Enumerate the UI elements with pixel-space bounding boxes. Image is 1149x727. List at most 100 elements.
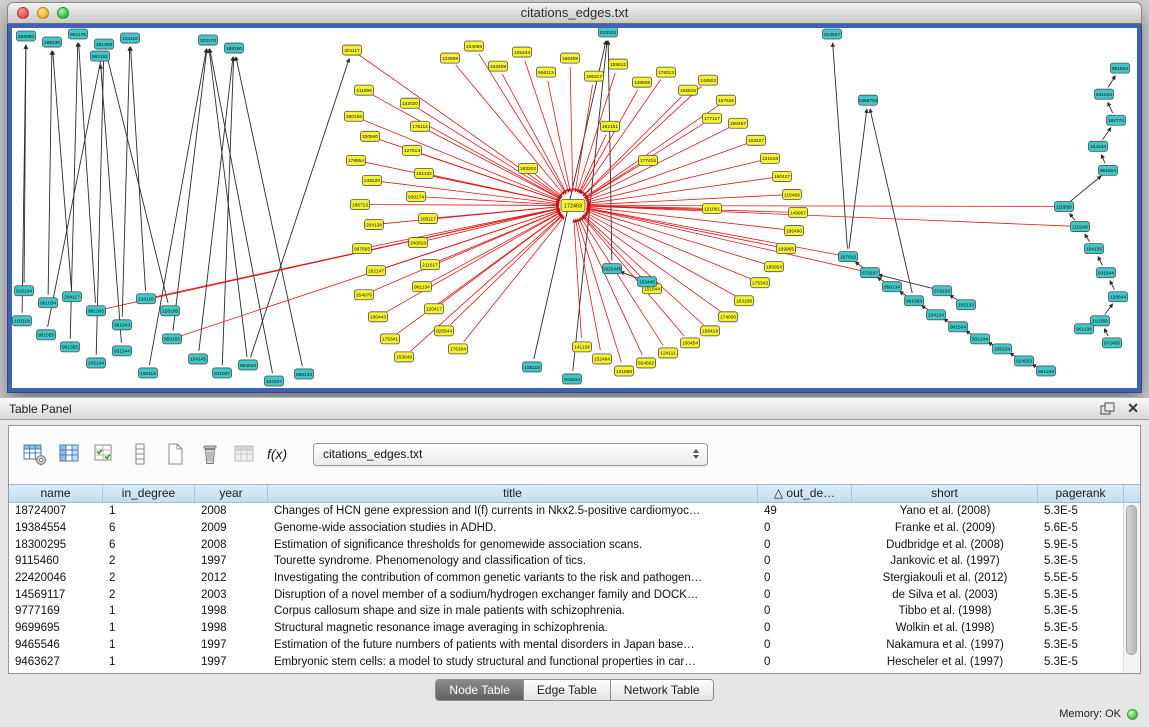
network-node[interactable]: 178554 xyxy=(347,155,366,165)
network-node[interactable]: 961134 xyxy=(1075,324,1094,334)
network-node[interactable]: 120644 xyxy=(1109,292,1128,302)
network-node[interactable]: 1866794 xyxy=(859,95,878,105)
network-node[interactable]: 178313 xyxy=(657,67,676,77)
network-node[interactable]: 128105 xyxy=(161,306,180,316)
cell-short[interactable]: Yano et al. (2008) xyxy=(852,505,1038,517)
cell-pagerank[interactable]: 5.3E-5 xyxy=(1038,656,1124,668)
citation-edge-highlighted[interactable] xyxy=(397,214,561,334)
network-node[interactable]: 901355 xyxy=(61,342,80,352)
network-node[interactable]: 160467 xyxy=(729,118,748,128)
cell-in_degree[interactable]: 2 xyxy=(103,572,195,584)
citation-edge-highlighted[interactable] xyxy=(584,214,720,312)
cell-out_degree[interactable]: 0 xyxy=(758,622,852,634)
network-node[interactable]: 175114 xyxy=(411,121,430,131)
network-node[interactable]: 915044 xyxy=(563,374,582,384)
network-node[interactable]: 166409 xyxy=(561,53,580,63)
cell-out_degree[interactable]: 0 xyxy=(758,539,852,551)
citation-edge[interactable] xyxy=(1105,304,1113,314)
cell-name[interactable]: 9465546 xyxy=(9,639,103,651)
network-node[interactable]: 204138 xyxy=(365,220,384,230)
network-node[interactable]: 115469 xyxy=(783,189,802,199)
cell-year[interactable]: 1997 xyxy=(195,656,268,668)
minimize-window-button[interactable] xyxy=(37,7,49,19)
network-node[interactable]: 149957 xyxy=(789,207,808,217)
network-node[interactable]: 925544 xyxy=(435,326,454,336)
network-node[interactable]: 121618 xyxy=(761,153,780,163)
citation-edge-highlighted[interactable] xyxy=(586,210,765,264)
network-node[interactable]: 956133 xyxy=(295,369,314,379)
network-node[interactable]: 196317 xyxy=(585,71,604,81)
network-node[interactable]: 931544 xyxy=(1097,268,1116,278)
network-node[interactable]: 951055 xyxy=(37,330,56,340)
cell-in_degree[interactable]: 1 xyxy=(103,605,195,617)
network-node[interactable]: 153445 xyxy=(638,277,657,287)
citation-edge-highlighted[interactable] xyxy=(587,206,1055,207)
cell-pagerank[interactable]: 5.6E-5 xyxy=(1038,522,1124,534)
network-node[interactable]: 148508 xyxy=(633,77,652,87)
citation-edge-highlighted[interactable] xyxy=(450,215,562,324)
table-options-button[interactable] xyxy=(19,438,51,470)
cell-pagerank[interactable]: 5.3E-5 xyxy=(1038,589,1124,601)
table-row[interactable]: 977716911998Corpus callosum shape and si… xyxy=(9,603,1124,620)
network-node[interactable]: 167919 xyxy=(839,252,858,262)
citation-edge-highlighted[interactable] xyxy=(441,214,562,304)
scrollbar-thumb[interactable] xyxy=(1126,505,1137,655)
cell-name[interactable]: 22420046 xyxy=(9,572,103,584)
citation-edge-highlighted[interactable] xyxy=(587,209,862,271)
table-selector-dropdown[interactable]: citations_edges.txt xyxy=(313,443,708,466)
cell-name[interactable]: 9463627 xyxy=(9,656,103,668)
citation-edge-highlighted[interactable] xyxy=(576,219,601,350)
network-node[interactable]: 915144 xyxy=(15,286,34,296)
cell-short[interactable]: Franke et al. (2009) xyxy=(852,522,1038,534)
citation-edge-highlighted[interactable] xyxy=(369,205,559,206)
cell-in_degree[interactable]: 1 xyxy=(103,656,195,668)
close-window-button[interactable] xyxy=(17,7,29,19)
citation-edge-highlighted[interactable] xyxy=(585,105,719,197)
network-node[interactable]: 155812 xyxy=(609,59,628,69)
cell-title[interactable]: Changes of HCN gene expression and I(f) … xyxy=(268,505,758,517)
tab-edge-table[interactable]: Edge Table xyxy=(524,680,611,700)
citation-edge-highlighted[interactable] xyxy=(418,108,562,198)
network-node[interactable]: 961034 xyxy=(39,298,58,308)
cell-year[interactable]: 2009 xyxy=(195,522,268,534)
citation-edge-highlighted[interactable] xyxy=(464,216,565,341)
tab-network-table[interactable]: Network Table xyxy=(611,680,713,700)
citation-edge[interactable] xyxy=(1070,176,1101,201)
citation-edge[interactable] xyxy=(210,49,273,373)
citation-edge[interactable] xyxy=(1085,234,1090,242)
network-node[interactable]: 148503 xyxy=(699,75,718,85)
network-node[interactable]: 950155 xyxy=(163,334,182,344)
network-node[interactable]: 131568 xyxy=(615,366,634,376)
network-node[interactable]: 200940 xyxy=(361,131,380,141)
cell-year[interactable]: 1997 xyxy=(195,555,268,567)
network-node[interactable]: 142020 xyxy=(401,98,420,108)
cell-title[interactable]: Tourette syndrome. Phenomenology and cla… xyxy=(268,555,758,567)
cell-out_degree[interactable]: 0 xyxy=(758,572,852,584)
table-row[interactable]: 969969511998Structural magnetic resonanc… xyxy=(9,620,1124,637)
citation-edge-highlighted[interactable] xyxy=(570,67,573,191)
cell-short[interactable]: Tibbo et al. (1998) xyxy=(852,605,1038,617)
network-node[interactable]: 104107 xyxy=(265,376,284,386)
citation-edge[interactable] xyxy=(1110,281,1114,290)
citation-edge[interactable] xyxy=(48,51,52,295)
cell-title[interactable]: Genome-wide association studies in ADHD. xyxy=(268,522,758,534)
network-node[interactable]: 924503 xyxy=(1015,356,1034,366)
cell-name[interactable]: 18300295 xyxy=(9,539,103,551)
citation-edge[interactable] xyxy=(149,49,206,365)
import-table-button[interactable] xyxy=(229,438,261,470)
cell-title[interactable]: Structural magnetic resonance image aver… xyxy=(268,622,758,634)
network-node[interactable]: 205117 xyxy=(419,214,438,224)
function-builder-button[interactable]: f(x) xyxy=(264,438,296,470)
cell-title[interactable]: Estimation of significance thresholds fo… xyxy=(268,539,758,551)
cell-out_degree[interactable]: 0 xyxy=(758,605,852,617)
cell-year[interactable]: 2003 xyxy=(195,589,268,601)
cell-out_degree[interactable]: 0 xyxy=(758,639,852,651)
citation-edge-highlighted[interactable] xyxy=(587,206,789,212)
network-node[interactable]: 165815 xyxy=(679,85,698,95)
network-node[interactable]: 931044 xyxy=(1095,89,1114,99)
cell-out_degree[interactable]: 0 xyxy=(758,522,852,534)
network-node[interactable]: 411896 xyxy=(355,85,374,95)
network-node[interactable]: 125434 xyxy=(513,47,532,57)
network-node[interactable]: 972450 xyxy=(1103,338,1122,348)
zoom-window-button[interactable] xyxy=(57,7,69,19)
